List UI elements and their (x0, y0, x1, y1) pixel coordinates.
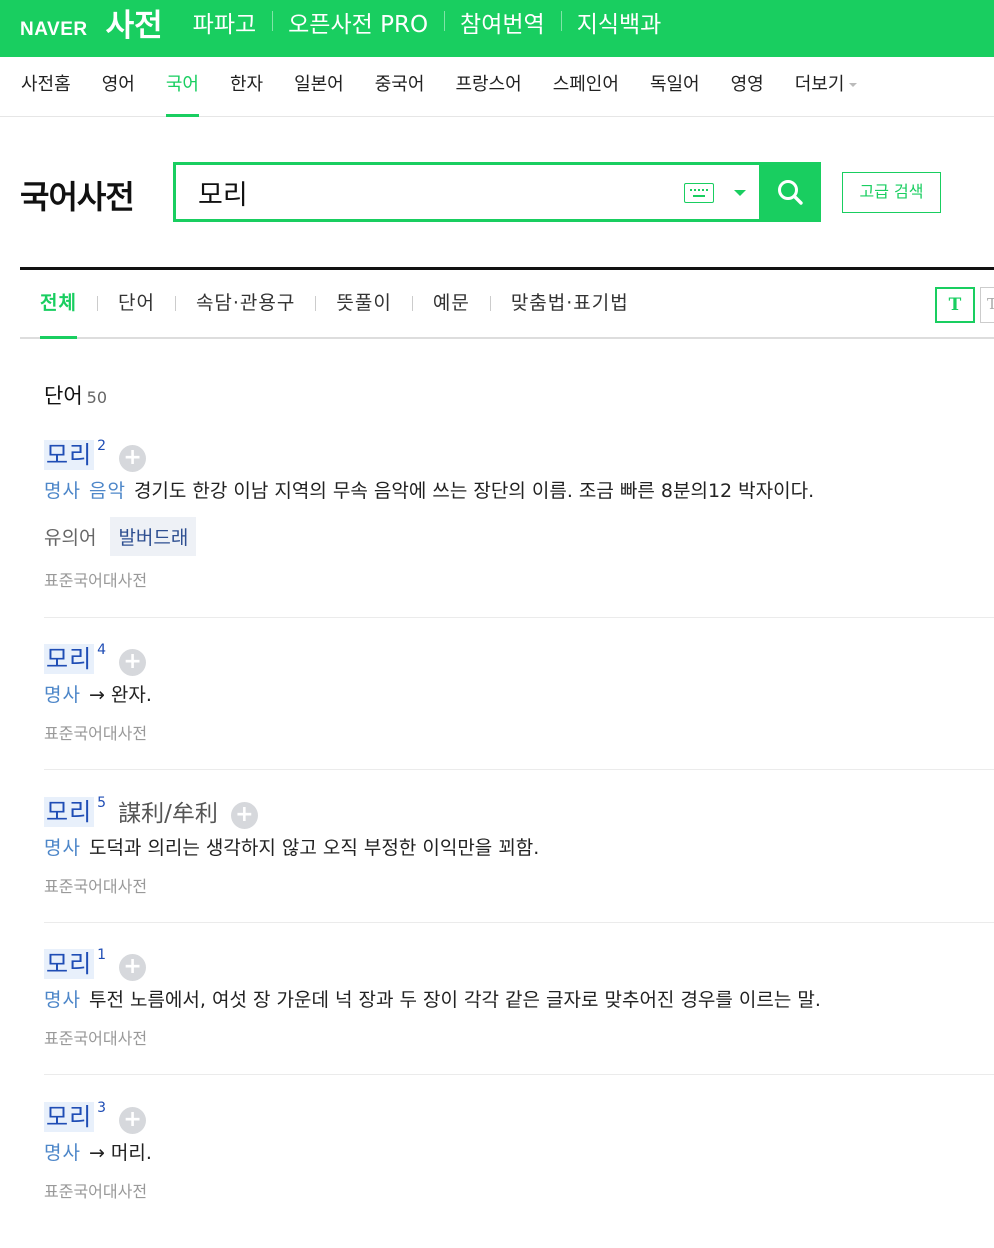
entry-meaning: 명사 도덕과 의리는 생각하지 않고 오직 부정한 이익만을 꾀함. (44, 834, 994, 862)
synonym-row: 유의어 발버드래 (44, 517, 994, 556)
result-entry: 모리 3 + 명사 → 머리. 표준국어대사전 (44, 1100, 994, 1222)
entry-meaning: 명사 → 완자. (44, 681, 994, 709)
entry-meaning: 명사 음악 경기도 한강 이남 지역의 무속 음악에 쓰는 장단의 이름. 조금 빠… (44, 477, 994, 505)
chevron-down-icon (849, 83, 858, 87)
naver-logo[interactable]: NAVER (20, 19, 88, 41)
entry-source[interactable]: 표준국어대사전 (44, 873, 994, 897)
synonym-label: 유의어 (44, 527, 97, 549)
add-to-wordbook-button[interactable]: + (119, 445, 147, 472)
entry-homograph-number: 5 (97, 795, 107, 811)
meaning-text: 투전 노름에서, 여섯 장 가운데 넉 장과 두 장이 각각 같은 글자로 맞추… (88, 989, 821, 1011)
lang-tab-hanja[interactable]: 한자 (230, 57, 263, 117)
entry-source[interactable]: 표준국어대사전 (44, 1025, 994, 1049)
lang-tab-japanese[interactable]: 일본어 (294, 57, 344, 117)
search-box (173, 162, 821, 222)
entry-headword[interactable]: 모리 (44, 797, 95, 827)
entry-homograph-number: 3 (97, 1100, 107, 1116)
result-entry: 모리 5 謀利/牟利 + 명사 도덕과 의리는 생각하지 않고 오직 부정한 이익… (44, 795, 994, 923)
add-to-wordbook-button[interactable]: + (230, 802, 258, 829)
meaning-text: → 완자. (88, 684, 152, 706)
meaning-text: 도덕과 의리는 생각하지 않고 오직 부정한 이익만을 꾀함. (88, 837, 540, 859)
topnav-encyclopedia[interactable]: 지식백과 (560, 5, 678, 39)
top-nav: 파파고 오픈사전 PRO 참여번역 지식백과 (177, 5, 678, 39)
lang-tab-chinese[interactable]: 중국어 (375, 57, 425, 117)
filter-tab-spelling[interactable]: 맞춤법·표기법 (491, 270, 649, 337)
part-of-speech: 명사 (44, 837, 81, 859)
keyboard-icon[interactable] (684, 183, 714, 203)
part-of-speech: 명사 (44, 1142, 81, 1164)
result-entry: 모리 1 + 명사 투전 노름에서, 여섯 장 가운데 넉 장과 두 장이 각각 … (44, 947, 994, 1075)
entry-meaning: 명사 투전 노름에서, 여섯 장 가운데 넉 장과 두 장이 각각 같은 글자로 … (44, 986, 994, 1014)
entry-homograph-number: 2 (97, 438, 107, 454)
synonym-link[interactable]: 발버드래 (110, 517, 197, 556)
lang-tab-french[interactable]: 프랑스어 (455, 57, 521, 117)
filter-tab-idiom[interactable]: 속담·관용구 (176, 270, 315, 337)
lang-tab-home[interactable]: 사전홈 (21, 57, 71, 117)
language-tabs: 사전홈 영어 국어 한자 일본어 중국어 프랑스어 스페인어 독일어 영영 더보… (0, 57, 994, 117)
font-style-button-alt[interactable]: T (980, 287, 994, 323)
more-label: 더보기 (794, 74, 845, 95)
entry-homograph-number: 1 (97, 947, 107, 963)
lang-tab-korean[interactable]: 국어 (165, 57, 200, 117)
part-of-speech: 명사 (44, 684, 81, 706)
entry-field: 음악 (88, 480, 126, 502)
filter-tab-example[interactable]: 예문 (413, 270, 490, 337)
keyboard-dropdown-icon[interactable] (734, 190, 746, 196)
entry-hanja: 謀利/牟利 (118, 801, 218, 827)
entry-headword[interactable]: 모리 (44, 1102, 95, 1132)
search-input[interactable] (198, 173, 668, 211)
filter-tab-bar: 전체 단어 속담·관용구 뜻풀이 예문 맞춤법·표기법 T T (20, 267, 994, 339)
topnav-open-dict-pro[interactable]: 오픈사전 PRO (272, 5, 444, 39)
entry-homograph-number: 4 (97, 642, 107, 658)
search-button[interactable] (759, 162, 821, 222)
entry-source[interactable]: 표준국어대사전 (44, 720, 994, 744)
result-entry: 모리 4 + 명사 → 완자. 표준국어대사전 (44, 642, 994, 770)
filter-tab-all[interactable]: 전체 (20, 270, 97, 339)
font-style-button[interactable]: T (935, 287, 975, 323)
section-title-text: 단어 (44, 384, 83, 408)
entry-headword[interactable]: 모리 (44, 949, 95, 979)
result-count: 50 (86, 388, 107, 407)
topnav-papago[interactable]: 파파고 (177, 5, 272, 39)
top-header: NAVER 사전 파파고 오픈사전 PRO 참여번역 지식백과 (0, 0, 994, 57)
meaning-text: 경기도 한강 이남 지역의 무속 음악에 쓰는 장단의 이름. 조금 빠른 8분… (133, 480, 815, 502)
advanced-search-button[interactable]: 고급 검색 (842, 172, 941, 213)
entry-headword[interactable]: 모리 (44, 440, 95, 470)
lang-tab-more[interactable]: 더보기 (795, 57, 858, 117)
result-entry: 모리 2 + 명사 음악 경기도 한강 이남 지역의 무속 음악에 쓰는 장단의 이… (44, 438, 994, 618)
filter-tab-definition[interactable]: 뜻풀이 (316, 270, 411, 337)
result-section-title: 단어 50 (44, 380, 107, 410)
dictionary-logo[interactable]: 사전 (106, 0, 163, 45)
entry-meaning: 명사 → 머리. (44, 1139, 994, 1167)
entry-source[interactable]: 표준국어대사전 (44, 1178, 994, 1202)
topnav-participate-translation[interactable]: 참여번역 (444, 5, 561, 39)
filter-tab-word[interactable]: 단어 (98, 270, 175, 337)
part-of-speech: 명사 (44, 480, 81, 502)
entry-headword[interactable]: 모리 (44, 644, 95, 674)
lang-tab-spanish[interactable]: 스페인어 (553, 57, 619, 117)
lang-tab-german[interactable]: 독일어 (650, 57, 700, 117)
lang-tab-english[interactable]: 영어 (102, 57, 135, 117)
add-to-wordbook-button[interactable]: + (119, 649, 147, 676)
lang-tab-english-english[interactable]: 영영 (731, 57, 764, 117)
add-to-wordbook-button[interactable]: + (119, 1107, 147, 1134)
page-title: 국어사전 (20, 178, 135, 216)
search-icon (778, 180, 803, 205)
add-to-wordbook-button[interactable]: + (119, 954, 147, 981)
meaning-text: → 머리. (88, 1142, 152, 1164)
part-of-speech: 명사 (44, 989, 81, 1011)
entry-source[interactable]: 표준국어대사전 (44, 567, 994, 591)
